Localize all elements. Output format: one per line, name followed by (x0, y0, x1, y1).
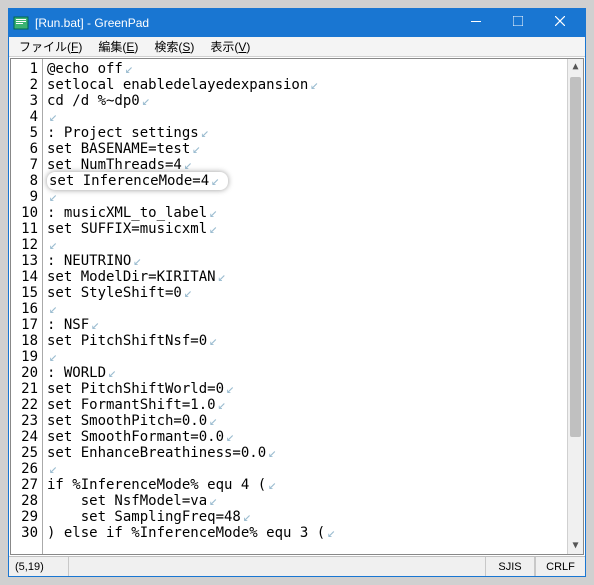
code-line[interactable]: ) else if %InferenceMode% equ 3 (↙ (47, 525, 581, 541)
line-number: 4 (11, 109, 38, 125)
scroll-down-icon[interactable]: ▼ (568, 538, 583, 554)
code-line[interactable]: ↙ (47, 461, 581, 477)
code-line[interactable]: setlocal enabledelayedexpansion↙ (47, 77, 581, 93)
menu-s[interactable]: 検索(S) (146, 36, 202, 57)
editor[interactable]: 1234567891011121314151617181920212223242… (10, 58, 584, 555)
scrollbar-thumb[interactable] (570, 77, 581, 437)
maximize-button[interactable] (497, 7, 539, 35)
menubar: ファイル(F)編集(E)検索(S)表示(V) (9, 37, 585, 57)
lineending-indicator[interactable]: CRLF (535, 557, 585, 576)
code-line[interactable]: set ModelDir=KIRITAN↙ (47, 269, 581, 285)
line-number: 17 (11, 317, 38, 333)
line-number: 8 (11, 173, 38, 189)
code-line[interactable]: set EnhanceBreathiness=0.0↙ (47, 445, 581, 461)
menu-e[interactable]: 編集(E) (90, 36, 146, 57)
line-number: 11 (11, 221, 38, 237)
titlebar[interactable]: [Run.bat] - GreenPad (9, 9, 585, 37)
line-number-gutter: 1234567891011121314151617181920212223242… (11, 59, 43, 554)
code-line[interactable]: : musicXML_to_label↙ (47, 205, 581, 221)
code-line[interactable]: set StyleShift=0↙ (47, 285, 581, 301)
code-line[interactable]: set SmoothPitch=0.0↙ (47, 413, 581, 429)
line-number: 29 (11, 509, 38, 525)
line-number: 3 (11, 93, 38, 109)
code-line[interactable]: set FormantShift=1.0↙ (47, 397, 581, 413)
app-icon (13, 15, 29, 31)
line-number: 30 (11, 525, 38, 541)
code-line[interactable]: ↙ (47, 189, 581, 205)
line-number: 28 (11, 493, 38, 509)
code-line[interactable]: set PitchShiftNsf=0↙ (47, 333, 581, 349)
code-line[interactable]: if %InferenceMode% equ 4 (↙ (47, 477, 581, 493)
line-number: 14 (11, 269, 38, 285)
code-line[interactable]: set SmoothFormant=0.0↙ (47, 429, 581, 445)
line-number: 15 (11, 285, 38, 301)
line-number: 7 (11, 157, 38, 173)
cursor-position: (5,19) (9, 557, 69, 576)
line-number: 24 (11, 429, 38, 445)
menu-v[interactable]: 表示(V) (202, 36, 258, 57)
line-number: 26 (11, 461, 38, 477)
code-line[interactable]: set PitchShiftWorld=0↙ (47, 381, 581, 397)
line-number: 2 (11, 77, 38, 93)
line-number: 27 (11, 477, 38, 493)
line-number: 19 (11, 349, 38, 365)
line-number: 12 (11, 237, 38, 253)
code-area[interactable]: @echo off↙setlocal enabledelayedexpansio… (43, 59, 583, 554)
line-number: 10 (11, 205, 38, 221)
code-line[interactable]: ↙ (47, 109, 581, 125)
code-line[interactable]: ↙ (47, 349, 581, 365)
statusbar: (5,19) SJIS CRLF (9, 556, 585, 576)
line-number: 9 (11, 189, 38, 205)
line-number: 23 (11, 413, 38, 429)
code-line[interactable]: cd /d %~dp0↙ (47, 93, 581, 109)
code-line[interactable]: set SUFFIX=musicxml↙ (47, 221, 581, 237)
line-number: 25 (11, 445, 38, 461)
line-number: 5 (11, 125, 38, 141)
line-number: 20 (11, 365, 38, 381)
app-window: [Run.bat] - GreenPad ファイル(F)編集(E)検索(S)表示… (8, 8, 586, 577)
menu-f[interactable]: ファイル(F) (11, 36, 90, 57)
code-line[interactable]: : WORLD↙ (47, 365, 581, 381)
code-line[interactable]: set NumThreads=4↙ (47, 157, 581, 173)
encoding-indicator[interactable]: SJIS (485, 557, 535, 576)
code-line[interactable]: : NEUTRINO↙ (47, 253, 581, 269)
vertical-scrollbar[interactable]: ▲ ▼ (567, 59, 583, 554)
code-line[interactable]: set InferenceMode=4↙ (47, 173, 581, 189)
code-line[interactable]: : Project settings↙ (47, 125, 581, 141)
scroll-up-icon[interactable]: ▲ (568, 59, 583, 75)
minimize-button[interactable] (455, 7, 497, 35)
code-line[interactable]: set NsfModel=va↙ (47, 493, 581, 509)
code-line[interactable]: ↙ (47, 237, 581, 253)
code-line[interactable]: @echo off↙ (47, 61, 581, 77)
line-number: 21 (11, 381, 38, 397)
code-line[interactable]: set BASENAME=test↙ (47, 141, 581, 157)
line-number: 1 (11, 61, 38, 77)
code-line[interactable]: : NSF↙ (47, 317, 581, 333)
window-title: [Run.bat] - GreenPad (35, 16, 455, 30)
line-number: 22 (11, 397, 38, 413)
code-line[interactable]: set SamplingFreq=48↙ (47, 509, 581, 525)
line-number: 13 (11, 253, 38, 269)
code-line[interactable]: ↙ (47, 301, 581, 317)
line-number: 16 (11, 301, 38, 317)
close-button[interactable] (539, 7, 581, 35)
line-number: 6 (11, 141, 38, 157)
line-number: 18 (11, 333, 38, 349)
